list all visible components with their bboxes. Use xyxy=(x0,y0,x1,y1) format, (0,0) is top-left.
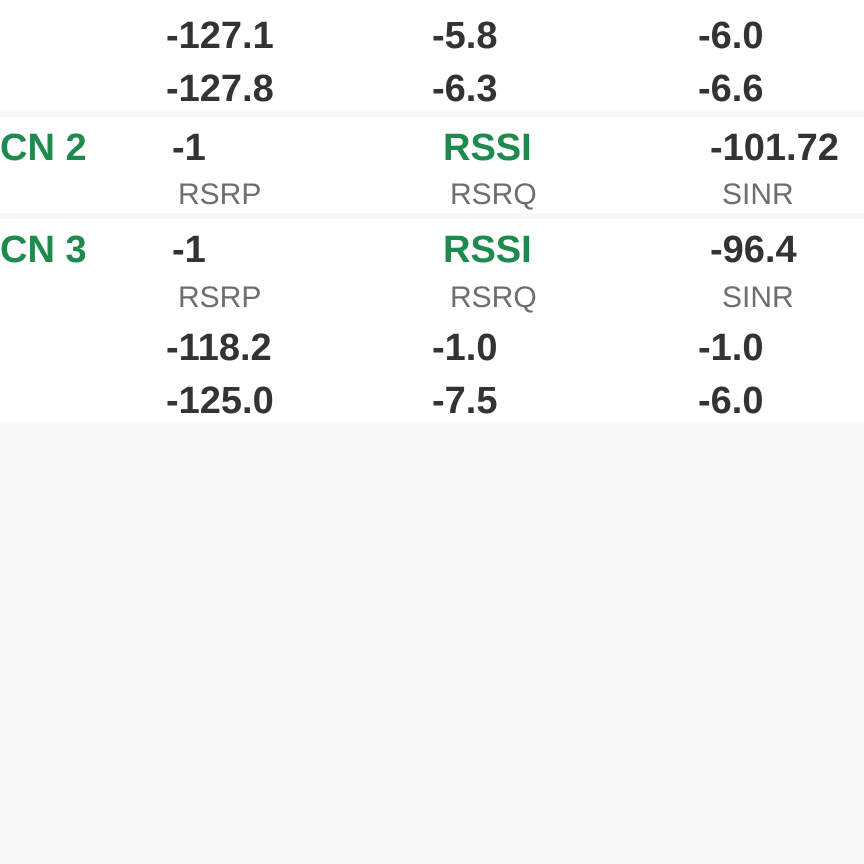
rsrp-label: RSRP xyxy=(178,178,262,211)
sinr-label: SINR xyxy=(722,178,794,211)
rsrq-value: -1.0 xyxy=(432,327,498,369)
sinr-label: SINR xyxy=(722,281,794,314)
cell-name: CN 2 xyxy=(0,127,87,169)
rsrq-value: -6.3 xyxy=(432,68,498,110)
rsrq-value: -5.8 xyxy=(432,15,498,57)
cell-card-cn2[interactable]: CN 2 -1 RSSI -101.72 RSRP RSRQ SINR xyxy=(0,117,864,213)
cell-name: CN 3 xyxy=(0,229,87,271)
cell-id-value: -1 xyxy=(172,127,206,169)
sinr-value: -6.0 xyxy=(698,380,764,422)
rsrp-value: -127.1 xyxy=(166,15,274,57)
rsrp-label: RSRP xyxy=(178,281,262,314)
rsrq-value: -7.5 xyxy=(432,380,498,422)
sinr-value: -6.6 xyxy=(698,68,764,110)
empty-list-area xyxy=(0,423,864,864)
rssi-label: RSSI xyxy=(443,127,532,169)
rssi-label: RSSI xyxy=(443,229,532,271)
rsrp-value: -118.2 xyxy=(166,327,272,369)
cell-card-cn3[interactable]: CN 3 -1 RSSI -96.4 RSRP RSRQ SINR -118.2… xyxy=(0,219,864,423)
rsrq-label: RSRQ xyxy=(450,281,537,314)
sinr-value: -6.0 xyxy=(698,15,764,57)
sinr-value: -1.0 xyxy=(698,327,764,369)
rssi-value: -101.72 xyxy=(710,127,839,169)
rsrp-value: -127.8 xyxy=(166,68,274,110)
rsrq-label: RSRQ xyxy=(450,178,537,211)
cell-id-value: -1 xyxy=(172,229,206,271)
cell-card-previous: -127.1 -5.8 -6.0 -127.8 -6.3 -6.6 xyxy=(0,0,864,111)
rssi-value: -96.4 xyxy=(710,229,797,271)
rsrp-value: -125.0 xyxy=(166,380,274,422)
